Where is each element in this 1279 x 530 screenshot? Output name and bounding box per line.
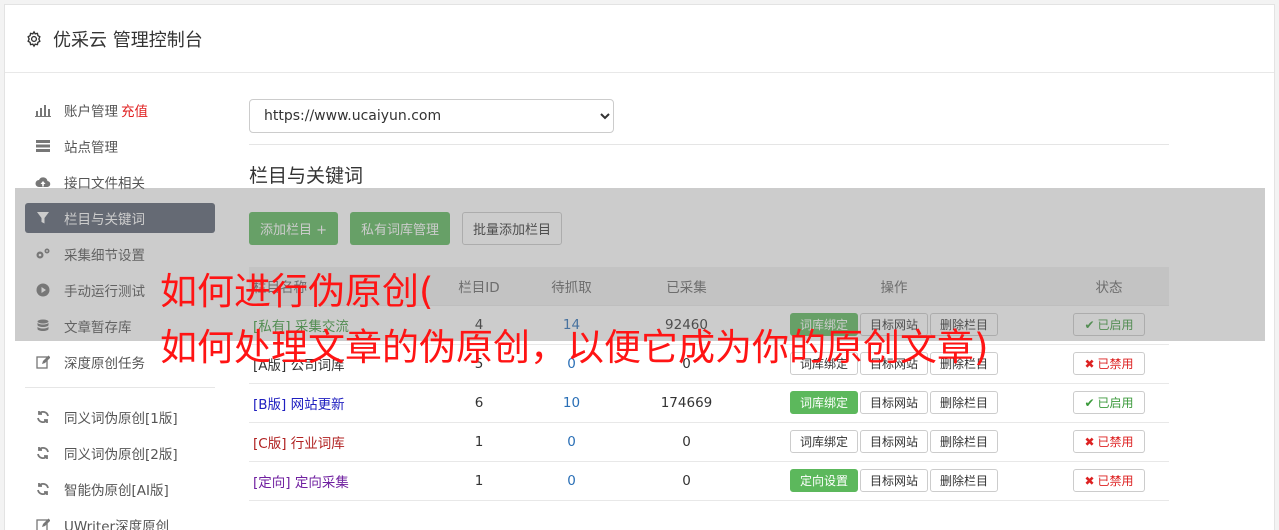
- sidebar-item-label: UWriter深度原创: [64, 519, 170, 530]
- column-id: 1: [449, 460, 509, 501]
- target-site-button[interactable]: 目标网站: [859, 469, 928, 492]
- status-toggle[interactable]: ✖ 已禁用: [1073, 352, 1145, 375]
- header: 优采云 管理控制台: [5, 5, 1274, 73]
- actions-cell: 词库绑定 目标网站 删除栏目: [739, 382, 1049, 422]
- status-toggle[interactable]: ✖ 已禁用: [1073, 430, 1145, 453]
- sidebar-divider: [25, 387, 215, 388]
- column-name-cell[interactable]: [B版] 网站更新: [249, 382, 449, 422]
- bind-lib-button[interactable]: 词库绑定: [789, 391, 858, 414]
- table-row: [B版] 网站更新 6 10 174669 词库绑定 目标网站 删除栏目 ✔ 已启用: [249, 382, 1169, 422]
- sidebar-item-label: 站点管理: [64, 140, 118, 156]
- sidebar-item-label: 深度原创任务: [64, 356, 145, 372]
- delete-column-button[interactable]: 删除栏目: [930, 469, 999, 492]
- refresh-icon: [35, 409, 51, 425]
- check-icon: ✔: [1084, 395, 1095, 410]
- table-row: [定向] 定向采集 1 0 0 定向设置 目标网站 删除栏目 ✖ 已禁用: [249, 460, 1169, 501]
- edit-icon: [35, 354, 51, 370]
- bind-lib-button[interactable]: 词库绑定: [789, 430, 858, 453]
- target-site-button[interactable]: 目标网站: [859, 391, 928, 414]
- status-label: 已禁用: [1097, 357, 1134, 371]
- cross-icon: ✖: [1084, 434, 1095, 449]
- overlay-caption: 如何进行伪原创( 如何处理文章的伪原创，以便它成为你的原创文章): [160, 264, 988, 376]
- overlay-line-2: 如何处理文章的伪原创，以便它成为你的原创文章): [160, 326, 989, 369]
- bar-chart-icon: [35, 102, 51, 118]
- status-cell: ✖ 已禁用: [1049, 421, 1169, 461]
- column-tag: [B版]: [253, 396, 287, 413]
- column-id: 6: [449, 382, 509, 422]
- status-cell: ✔ 已启用: [1049, 382, 1169, 422]
- status-toggle[interactable]: ✔ 已启用: [1073, 391, 1145, 414]
- cross-icon: ✖: [1084, 356, 1095, 371]
- sidebar-item-sites[interactable]: 站点管理: [25, 131, 215, 161]
- sidebar-item-account[interactable]: 账户管理 充值: [25, 95, 215, 125]
- sidebar-item-ai-rewrite[interactable]: 智能伪原创[AI版]: [25, 474, 215, 504]
- status-toggle[interactable]: ✖ 已禁用: [1073, 469, 1145, 492]
- section-title: 栏目与关键词: [249, 165, 364, 187]
- gear-icon: [27, 30, 41, 47]
- recharge-link[interactable]: 充值: [121, 100, 148, 120]
- actions-cell: 词库绑定 目标网站 删除栏目: [739, 421, 1049, 461]
- column-name: 行业词库: [290, 435, 345, 452]
- refresh-icon: [35, 445, 51, 461]
- pending-count[interactable]: 0: [509, 421, 634, 461]
- cross-icon: ✖: [1084, 473, 1095, 488]
- column-name: 网站更新: [290, 396, 345, 413]
- server-icon: [35, 138, 51, 154]
- column-name-cell[interactable]: [定向] 定向采集: [249, 460, 449, 501]
- pending-count[interactable]: 10: [509, 382, 634, 422]
- site-select[interactable]: https://www.ucaiyun.com: [249, 99, 614, 133]
- edit-icon: [35, 517, 51, 530]
- column-tag: [定向]: [253, 474, 291, 491]
- sidebar-item-label: 同义词伪原创[1版]: [64, 411, 178, 427]
- sidebar-item-label: 智能伪原创[AI版]: [64, 483, 169, 499]
- delete-column-button[interactable]: 删除栏目: [930, 430, 999, 453]
- sidebar-item-synonym-v2[interactable]: 同义词伪原创[2版]: [25, 438, 215, 468]
- actions-cell: 定向设置 目标网站 删除栏目: [739, 460, 1049, 501]
- sidebar-item-uwriter[interactable]: UWriter深度原创: [25, 510, 215, 530]
- page-title: 优采云 管理控制台: [53, 29, 203, 51]
- sidebar-item-label: 同义词伪原创[2版]: [64, 447, 178, 463]
- sidebar-item-synonym-v1[interactable]: 同义词伪原创[1版]: [25, 402, 215, 432]
- status-cell: ✖ 已禁用: [1049, 460, 1169, 501]
- collected-count: 0: [634, 460, 739, 501]
- collected-count: 174669: [634, 382, 739, 422]
- status-label: 已禁用: [1097, 435, 1134, 449]
- sidebar-item-label: 账户管理: [64, 104, 118, 120]
- table-row: [C版] 行业词库 1 0 0 词库绑定 目标网站 删除栏目 ✖ 已禁用: [249, 421, 1169, 461]
- collected-count: 0: [634, 421, 739, 461]
- column-id: 1: [449, 421, 509, 461]
- target-site-button[interactable]: 目标网站: [859, 430, 928, 453]
- delete-column-button[interactable]: 删除栏目: [930, 391, 999, 414]
- column-name: 定向采集: [294, 474, 349, 491]
- status-label: 已启用: [1097, 396, 1134, 410]
- bind-lib-button[interactable]: 定向设置: [789, 469, 858, 492]
- column-name-cell[interactable]: [C版] 行业词库: [249, 421, 449, 461]
- refresh-icon: [35, 481, 51, 497]
- column-tag: [C版]: [253, 435, 287, 452]
- status-label: 已禁用: [1097, 474, 1134, 488]
- divider: [249, 144, 1169, 145]
- pending-count[interactable]: 0: [509, 460, 634, 501]
- status-cell: ✖ 已禁用: [1049, 343, 1169, 383]
- overlay-line-1: 如何进行伪原创(: [160, 270, 434, 313]
